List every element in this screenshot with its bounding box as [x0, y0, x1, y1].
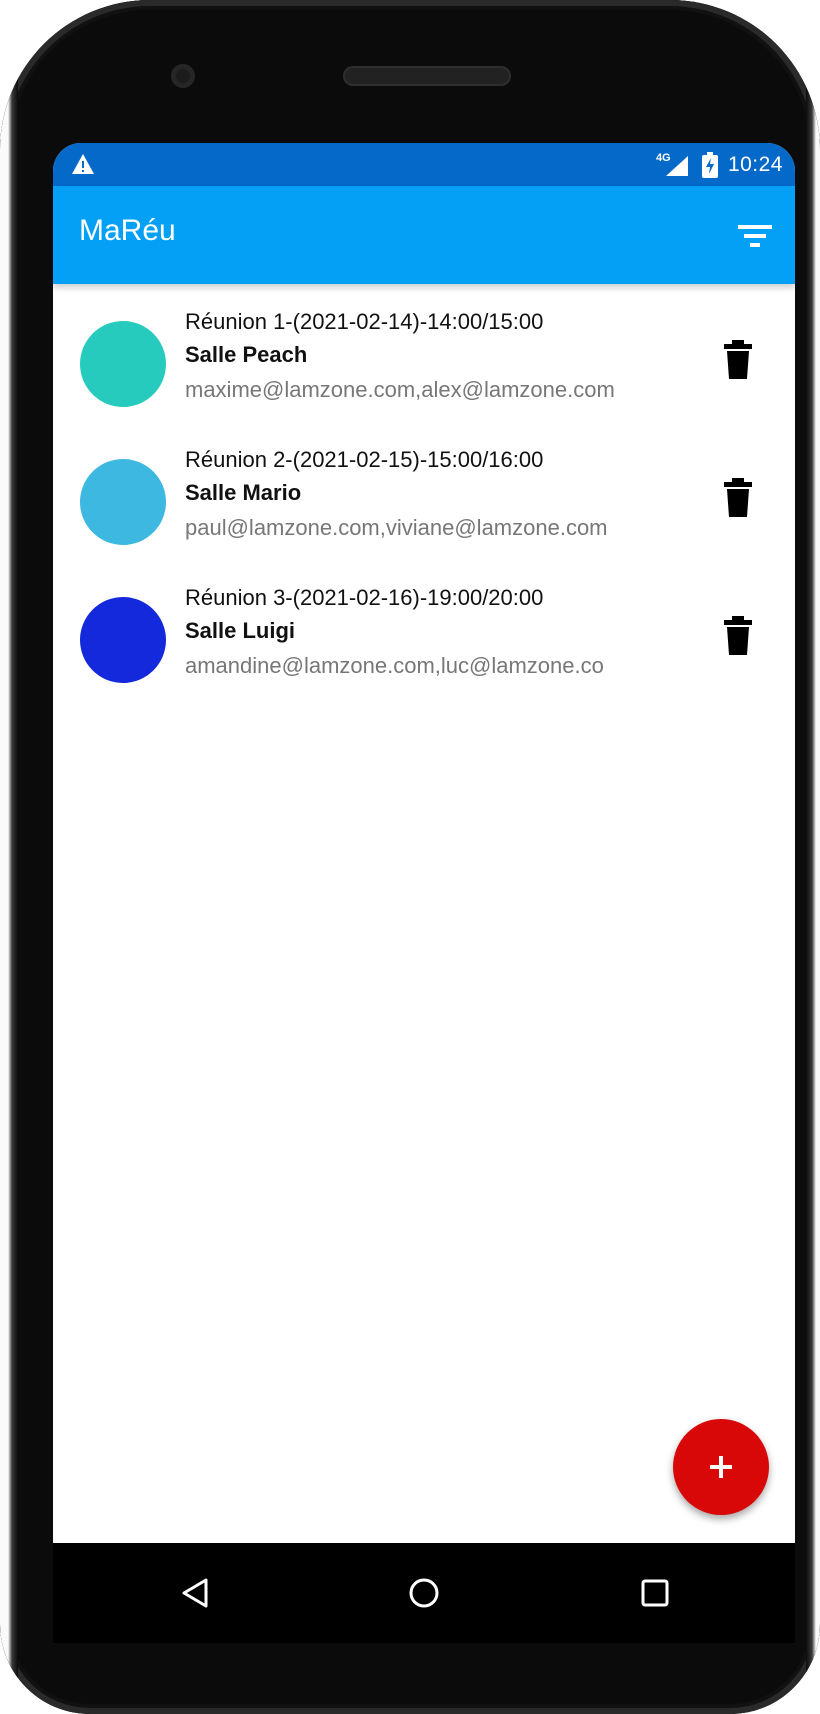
battery-charging-icon	[701, 151, 718, 178]
phone-rim-right	[806, 0, 820, 1714]
meeting-title: Réunion 3-(2021-02-16)-19:00/20:00	[185, 585, 544, 610]
screen: 4G 10:24 MaRéu Réunion 1-(2021-02-14)-14…	[53, 143, 795, 1543]
meeting-item[interactable]: Réunion 1-(2021-02-14)-14:00/15:00 Salle…	[53, 284, 795, 422]
home-icon	[409, 1578, 439, 1608]
meeting-room: Salle Mario	[185, 480, 302, 505]
meeting-title: Réunion 1-(2021-02-14)-14:00/15:00	[185, 309, 544, 334]
recents-button[interactable]	[633, 1571, 677, 1615]
phone-frame: 4G 10:24 MaRéu Réunion 1-(2021-02-14)-14…	[0, 0, 820, 1714]
back-button[interactable]	[173, 1571, 217, 1615]
delete-icon[interactable]	[723, 340, 753, 380]
filter-button[interactable]	[733, 214, 777, 258]
meeting-participants: paul@lamzone.com,viviane@lamzone.com	[185, 515, 608, 540]
filter-icon	[738, 225, 772, 247]
status-bar: 4G 10:24	[53, 143, 795, 186]
navigation-bar	[53, 1543, 795, 1643]
phone-rim-left	[0, 0, 18, 1714]
signal-icon: 4G	[656, 152, 692, 178]
meeting-list: Réunion 1-(2021-02-14)-14:00/15:00 Salle…	[53, 284, 795, 698]
meeting-participants: amandine@lamzone.com,luc@lamzone.co	[185, 653, 604, 678]
meeting-item[interactable]: Réunion 3-(2021-02-16)-19:00/20:00 Salle…	[53, 560, 795, 698]
recents-icon	[641, 1579, 669, 1607]
delete-icon[interactable]	[723, 478, 753, 518]
meeting-participants: maxime@lamzone.com,alex@lamzone.com	[185, 377, 615, 402]
status-time: 10:24	[727, 152, 783, 176]
meeting-color-avatar	[80, 459, 166, 545]
status-icons: 4G 10:24	[656, 149, 783, 180]
meeting-item[interactable]: Réunion 2-(2021-02-15)-15:00/16:00 Salle…	[53, 422, 795, 560]
delete-icon[interactable]	[723, 616, 753, 656]
plus-icon	[710, 1456, 732, 1478]
warning-icon	[72, 154, 94, 174]
back-icon	[182, 1578, 208, 1608]
meeting-room: Salle Luigi	[185, 618, 296, 643]
meeting-title: Réunion 2-(2021-02-15)-15:00/16:00	[185, 447, 544, 472]
meeting-color-avatar	[80, 597, 166, 683]
meeting-details: Réunion 1-(2021-02-14)-14:00/15:00 Salle…	[185, 306, 655, 408]
add-meeting-button[interactable]	[673, 1419, 769, 1515]
meeting-details: Réunion 3-(2021-02-16)-19:00/20:00 Salle…	[185, 582, 655, 684]
home-button[interactable]	[402, 1571, 446, 1615]
meeting-details: Réunion 2-(2021-02-15)-15:00/16:00 Salle…	[185, 444, 655, 546]
earpiece-speaker	[343, 66, 511, 86]
front-camera	[171, 64, 195, 88]
meeting-color-avatar	[80, 321, 166, 407]
meeting-room: Salle Peach	[185, 342, 308, 367]
app-title: MaRéu	[79, 214, 176, 247]
app-bar: MaRéu	[53, 186, 795, 284]
